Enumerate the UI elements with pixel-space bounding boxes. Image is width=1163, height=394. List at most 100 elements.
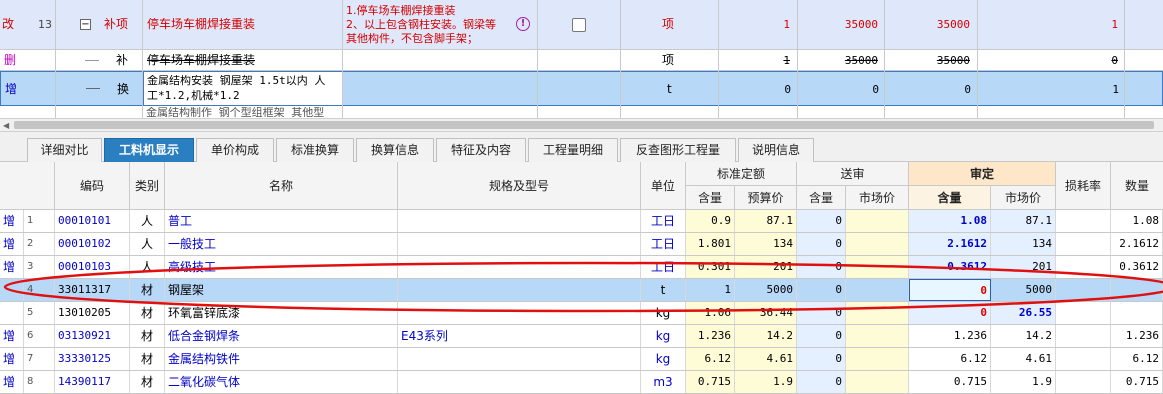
- material-name[interactable]: 金属结构铁件: [165, 348, 398, 370]
- top-row-added[interactable]: 增 换 金属结构安装 钢屋架 1.5t以内 人 工*1.2,机械*1.2 t 0…: [0, 71, 1163, 106]
- header-code[interactable]: 编码: [55, 162, 130, 210]
- material-type[interactable]: 人: [130, 210, 165, 232]
- material-unit[interactable]: m3: [641, 371, 686, 393]
- table-row[interactable]: 增 7 33330125 材金属结构铁件 kg 6.12 4.61 0 6.12 4.61 6.12: [0, 348, 1163, 371]
- material-code[interactable]: 00010102: [55, 233, 130, 255]
- std-price[interactable]: 134: [735, 233, 797, 255]
- material-unit[interactable]: 工日: [641, 210, 686, 232]
- warning-icon[interactable]: !: [516, 17, 530, 31]
- header-aud-price[interactable]: 市场价: [991, 186, 1056, 210]
- material-name[interactable]: 二氧化碳气体: [165, 371, 398, 393]
- top-row-13[interactable]: 改 13 − 补项 停车场车棚焊接重装 1.停车场车棚焊接重装 2、以上包含钢柱…: [0, 0, 1163, 50]
- scroll-left-icon[interactable]: ◀: [3, 121, 9, 130]
- sub-price[interactable]: [846, 325, 909, 347]
- table-row[interactable]: 增 2 00010102 人一般技工 工日 1.801 134 0 2.1612 134 2.161…: [0, 233, 1163, 256]
- count[interactable]: 1.08: [1111, 210, 1163, 232]
- material-spec[interactable]: [398, 233, 641, 255]
- material-spec[interactable]: [398, 371, 641, 393]
- material-spec[interactable]: [398, 210, 641, 232]
- material-code[interactable]: 14390117: [55, 371, 130, 393]
- tab-graphic-quantity[interactable]: 反查图形工程量: [620, 138, 736, 162]
- table-row[interactable]: 增 8 14390117 材二氧化碳气体 m3 0.715 1.9 0 0.715 1.9 0.71…: [0, 371, 1163, 394]
- header-sub-price[interactable]: 市场价: [846, 186, 909, 210]
- sub-qty[interactable]: 0: [797, 325, 846, 347]
- sub-qty[interactable]: 0: [797, 233, 846, 255]
- loss-rate[interactable]: [1056, 325, 1111, 347]
- std-qty[interactable]: 1.236: [686, 325, 735, 347]
- tab-detail-compare[interactable]: 详细对比: [27, 138, 102, 162]
- tab-standard-conversion[interactable]: 标准换算: [276, 138, 354, 162]
- material-spec[interactable]: [398, 348, 641, 370]
- material-code[interactable]: 33330125: [55, 348, 130, 370]
- material-name[interactable]: 低合金钢焊条: [165, 325, 398, 347]
- sub-qty[interactable]: 0: [797, 348, 846, 370]
- header-type[interactable]: 类别: [130, 162, 165, 210]
- sub-qty[interactable]: 0: [797, 210, 846, 232]
- header-name[interactable]: 名称: [165, 162, 398, 210]
- material-name[interactable]: 普工: [165, 210, 398, 232]
- std-price[interactable]: 4.61: [735, 348, 797, 370]
- material-type[interactable]: 材: [130, 371, 165, 393]
- horizontal-scrollbar[interactable]: ◀: [0, 118, 1163, 132]
- header-unit[interactable]: 单位: [641, 162, 686, 210]
- tab-features[interactable]: 特征及内容: [436, 138, 526, 162]
- std-price[interactable]: 1.9: [735, 371, 797, 393]
- std-qty[interactable]: 1.801: [686, 233, 735, 255]
- tab-labor-material-machine[interactable]: 工料机显示: [104, 138, 194, 162]
- header-spec[interactable]: 规格及型号: [398, 162, 641, 210]
- collapse-toggle-icon[interactable]: −: [80, 19, 91, 30]
- sub-price[interactable]: [846, 371, 909, 393]
- count[interactable]: 2.1612: [1111, 233, 1163, 255]
- sub-price[interactable]: [846, 233, 909, 255]
- material-code[interactable]: 00010101: [55, 210, 130, 232]
- loss-rate[interactable]: [1056, 233, 1111, 255]
- count[interactable]: 0.715: [1111, 371, 1163, 393]
- aud-qty[interactable]: 2.1612: [909, 233, 991, 255]
- std-price[interactable]: 87.1: [735, 210, 797, 232]
- loss-rate[interactable]: [1056, 371, 1111, 393]
- sub-price[interactable]: [846, 210, 909, 232]
- material-type[interactable]: 人: [130, 233, 165, 255]
- tab-conversion-info[interactable]: 换算信息: [356, 138, 434, 162]
- material-type[interactable]: 材: [130, 325, 165, 347]
- table-row[interactable]: 增 6 03130921 材低合金钢焊条 E43系列 kg 1.236 14.2 0 1.236 1…: [0, 325, 1163, 348]
- aud-qty[interactable]: 1.236: [909, 325, 991, 347]
- sub-qty[interactable]: 0: [797, 371, 846, 393]
- scroll-thumb[interactable]: [14, 121, 1154, 129]
- count[interactable]: 6.12: [1111, 348, 1163, 370]
- header-loss-rate[interactable]: 损耗率: [1056, 162, 1111, 210]
- material-code[interactable]: 03130921: [55, 325, 130, 347]
- material-unit[interactable]: kg: [641, 325, 686, 347]
- aud-qty[interactable]: 1.08: [909, 210, 991, 232]
- material-type[interactable]: 材: [130, 348, 165, 370]
- top-row-deleted[interactable]: 删 补 停车场车棚焊接重装 项 1 35000 35000 0: [0, 50, 1163, 71]
- sub-price[interactable]: [846, 348, 909, 370]
- row-checkbox[interactable]: [572, 18, 586, 32]
- header-count[interactable]: 数量: [1111, 162, 1163, 210]
- aud-price[interactable]: 134: [991, 233, 1056, 255]
- std-qty[interactable]: 6.12: [686, 348, 735, 370]
- count[interactable]: 1.236: [1111, 325, 1163, 347]
- material-unit[interactable]: kg: [641, 348, 686, 370]
- top-row-partial[interactable]: 金属结构制作 钢个型组框架 其他型: [0, 106, 1163, 118]
- aud-qty[interactable]: 0.715: [909, 371, 991, 393]
- aud-price[interactable]: 14.2: [991, 325, 1056, 347]
- header-sub-qty[interactable]: 含量: [797, 186, 846, 210]
- std-qty[interactable]: 0.9: [686, 210, 735, 232]
- tab-unit-price[interactable]: 单价构成: [196, 138, 274, 162]
- std-qty[interactable]: 0.715: [686, 371, 735, 393]
- header-std-price[interactable]: 预算价: [735, 186, 797, 210]
- tab-quantity-detail[interactable]: 工程量明细: [528, 138, 618, 162]
- material-unit[interactable]: 工日: [641, 233, 686, 255]
- header-std-qty[interactable]: 含量: [686, 186, 735, 210]
- aud-price[interactable]: 1.9: [991, 371, 1056, 393]
- header-aud-qty[interactable]: 含量: [909, 186, 991, 210]
- aud-price[interactable]: 87.1: [991, 210, 1056, 232]
- table-row[interactable]: 增 1 00010101 人普工 工日 0.9 87.1 0 1.08 87.1 1.08: [0, 210, 1163, 233]
- loss-rate[interactable]: [1056, 210, 1111, 232]
- material-spec[interactable]: E43系列: [398, 325, 641, 347]
- loss-rate[interactable]: [1056, 348, 1111, 370]
- tab-notes[interactable]: 说明信息: [738, 138, 814, 162]
- material-name[interactable]: 一般技工: [165, 233, 398, 255]
- aud-price[interactable]: 4.61: [991, 348, 1056, 370]
